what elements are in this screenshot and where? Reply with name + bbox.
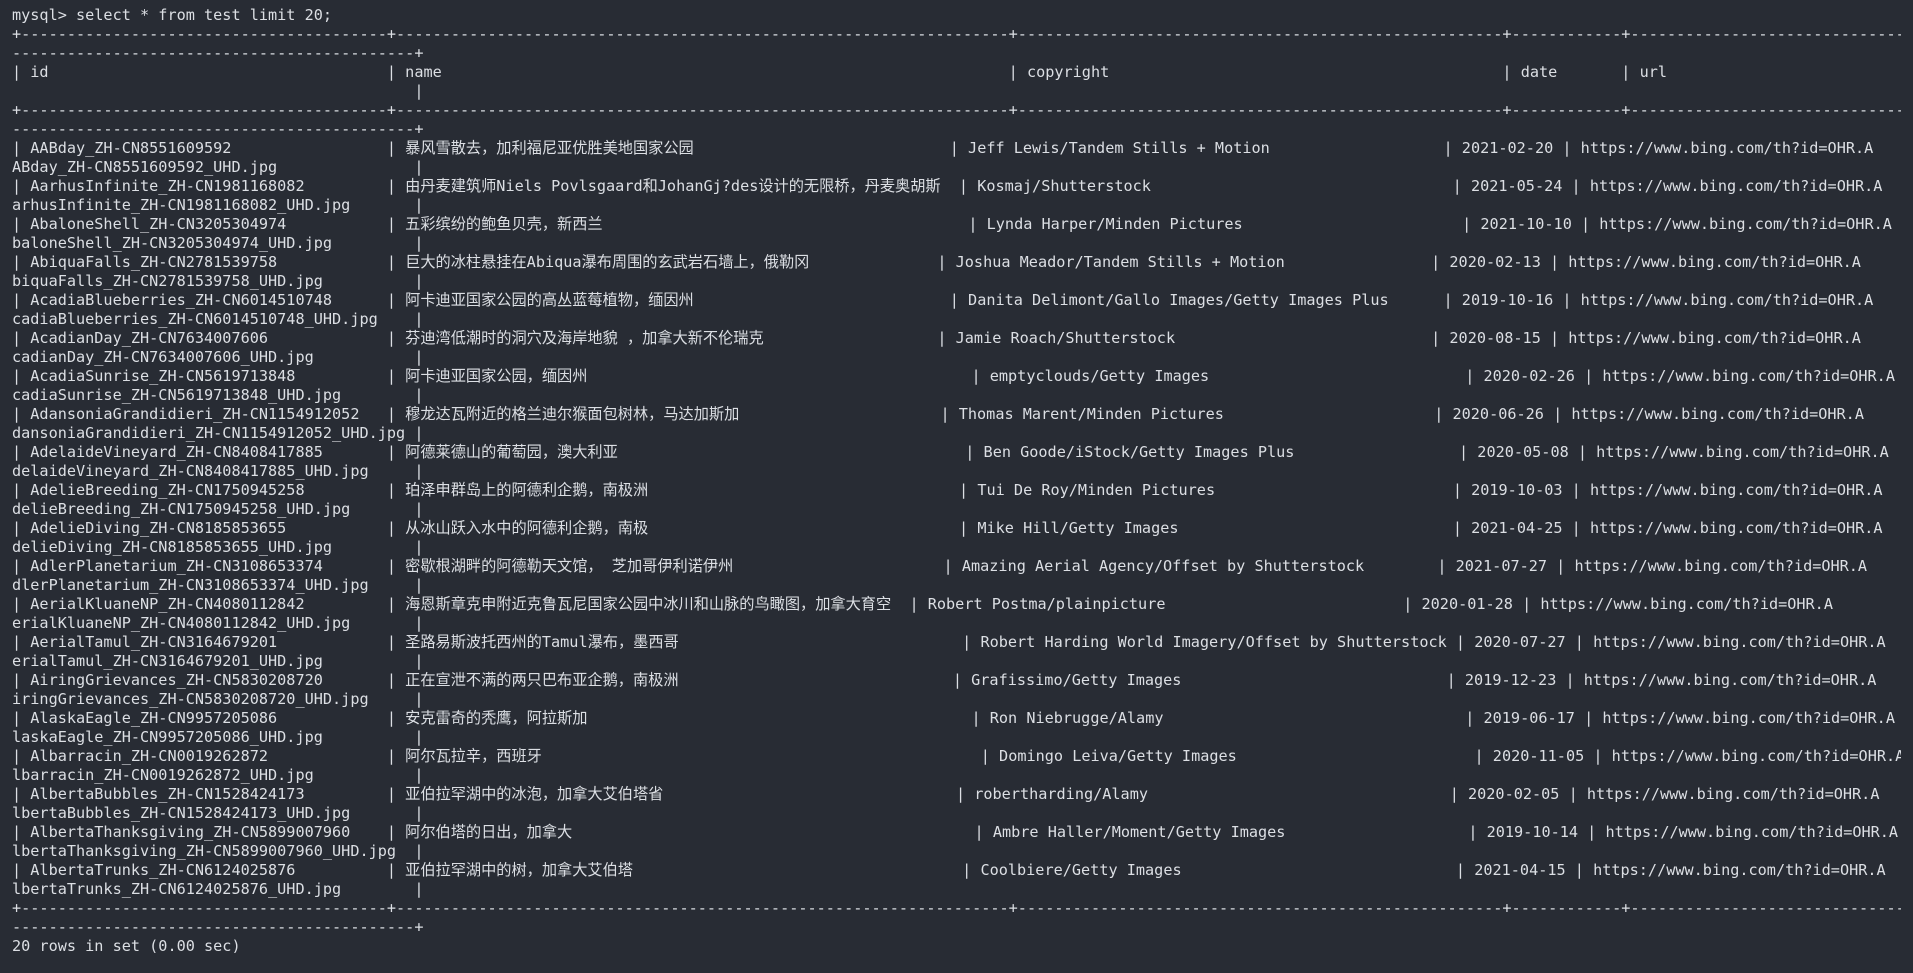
- table-row: | AdansoniaGrandidieri_ZH-CN1154912052 |…: [12, 405, 1864, 423]
- table-row: | AdelaideVineyard_ZH-CN8408417885 | 阿德莱…: [12, 443, 1889, 461]
- table-row: | Albarracin_ZH-CN0019262872 | 阿尔瓦拉辛，西班牙…: [12, 747, 1901, 765]
- table-border: +---------------------------------------…: [12, 899, 1901, 917]
- table-border: ----------------------------------------…: [12, 120, 424, 138]
- table-row: | AbiquaFalls_ZH-CN2781539758 | 巨大的冰柱悬挂在…: [12, 253, 1861, 271]
- table-row-wrap: ABday_ZH-CN8551609592_UHD.jpg |: [12, 158, 424, 176]
- table-row-wrap: iringGrievances_ZH-CN5830208720_UHD.jpg …: [12, 690, 424, 708]
- table-row-wrap: delaideVineyard_ZH-CN8408417885_UHD.jpg …: [12, 462, 424, 480]
- table-row-wrap: lbertaBubbles_ZH-CN1528424173_UHD.jpg |: [12, 804, 424, 822]
- table-row-wrap: cadiaBlueberries_ZH-CN6014510748_UHD.jpg…: [12, 310, 424, 328]
- table-row: | AABday_ZH-CN8551609592 | 暴风雪散去，加利福尼亚优胜…: [12, 139, 1874, 157]
- table-row: | AlbertaTrunks_ZH-CN6124025876 | 亚伯拉罕湖中…: [12, 861, 1886, 879]
- table-row-wrap: lbertaThanksgiving_ZH-CN5899007960_UHD.j…: [12, 842, 424, 860]
- table-row: | AbaloneShell_ZH-CN3205304974 | 五彩缤纷的鲍鱼…: [12, 215, 1892, 233]
- terminal-window[interactable]: mysql> select * from test limit 20; +----…: [0, 0, 1913, 973]
- table-row: | AarhusInfinite_ZH-CN1981168082 | 由丹麦建筑…: [12, 177, 1883, 195]
- table-row: | AiringGrievances_ZH-CN5830208720 | 正在宣…: [12, 671, 1877, 689]
- table-row: | AlaskaEagle_ZH-CN9957205086 | 安克雷奇的秃鹰，…: [12, 709, 1895, 727]
- table-row: | AcadiaBlueberries_ZH-CN6014510748 | 阿卡…: [12, 291, 1874, 309]
- table-row: | AdlerPlanetarium_ZH-CN3108653374 | 密歇根…: [12, 557, 1868, 575]
- table-row-wrap: cadiaSunrise_ZH-CN5619713848_UHD.jpg |: [12, 386, 424, 404]
- table-border: ----------------------------------------…: [12, 918, 424, 936]
- table-border: +---------------------------------------…: [12, 25, 1901, 43]
- command-line: mysql> select * from test limit 20;: [12, 6, 333, 24]
- table-row-wrap: |: [12, 82, 424, 100]
- table-header: | id | name | copyright | date | url: [12, 63, 1667, 81]
- terminal-output: mysql> select * from test limit 20; +----…: [12, 6, 1901, 956]
- table-row: | AlbertaBubbles_ZH-CN1528424173 | 亚伯拉罕湖…: [12, 785, 1880, 803]
- table-row: | AerialTamul_ZH-CN3164679201 | 圣路易斯波托西州…: [12, 633, 1886, 651]
- table-row: | AdelieBreeding_ZH-CN1750945258 | 珀泽申群岛…: [12, 481, 1883, 499]
- table-border: ----------------------------------------…: [12, 44, 424, 62]
- table-row-wrap: erialTamul_ZH-CN3164679201_UHD.jpg |: [12, 652, 424, 670]
- table-row-wrap: lbertaTrunks_ZH-CN6124025876_UHD.jpg |: [12, 880, 424, 898]
- table-row-wrap: lbarracin_ZH-CN0019262872_UHD.jpg |: [12, 766, 424, 784]
- result-summary: 20 rows in set (0.00 sec): [12, 937, 241, 955]
- table-row-wrap: arhusInfinite_ZH-CN1981168082_UHD.jpg |: [12, 196, 424, 214]
- table-row-wrap: delieDiving_ZH-CN8185853655_UHD.jpg |: [12, 538, 424, 556]
- table-border: +---------------------------------------…: [12, 101, 1901, 119]
- table-row: | AerialKluaneNP_ZH-CN4080112842 | 海恩斯章克…: [12, 595, 1833, 613]
- table-row-wrap: delieBreeding_ZH-CN1750945258_UHD.jpg |: [12, 500, 424, 518]
- table-row-wrap: cadianDay_ZH-CN7634007606_UHD.jpg |: [12, 348, 424, 366]
- table-row: | AcadianDay_ZH-CN7634007606 | 芬迪湾低潮时的洞穴…: [12, 329, 1861, 347]
- table-row-wrap: dlerPlanetarium_ZH-CN3108653374_UHD.jpg …: [12, 576, 424, 594]
- table-row-wrap: biquaFalls_ZH-CN2781539758_UHD.jpg |: [12, 272, 424, 290]
- table-row: | AcadiaSunrise_ZH-CN5619713848 | 阿卡迪亚国家…: [12, 367, 1895, 385]
- table-row-wrap: erialKluaneNP_ZH-CN4080112842_UHD.jpg |: [12, 614, 424, 632]
- table-row-wrap: baloneShell_ZH-CN3205304974_UHD.jpg |: [12, 234, 424, 252]
- table-row: | AlbertaThanksgiving_ZH-CN5899007960 | …: [12, 823, 1899, 841]
- table-row: | AdelieDiving_ZH-CN8185853655 | 从冰山跃入水中…: [12, 519, 1883, 537]
- table-row-wrap: laskaEagle_ZH-CN9957205086_UHD.jpg |: [12, 728, 424, 746]
- table-row-wrap: dansoniaGrandidieri_ZH-CN1154912052_UHD.…: [12, 424, 424, 442]
